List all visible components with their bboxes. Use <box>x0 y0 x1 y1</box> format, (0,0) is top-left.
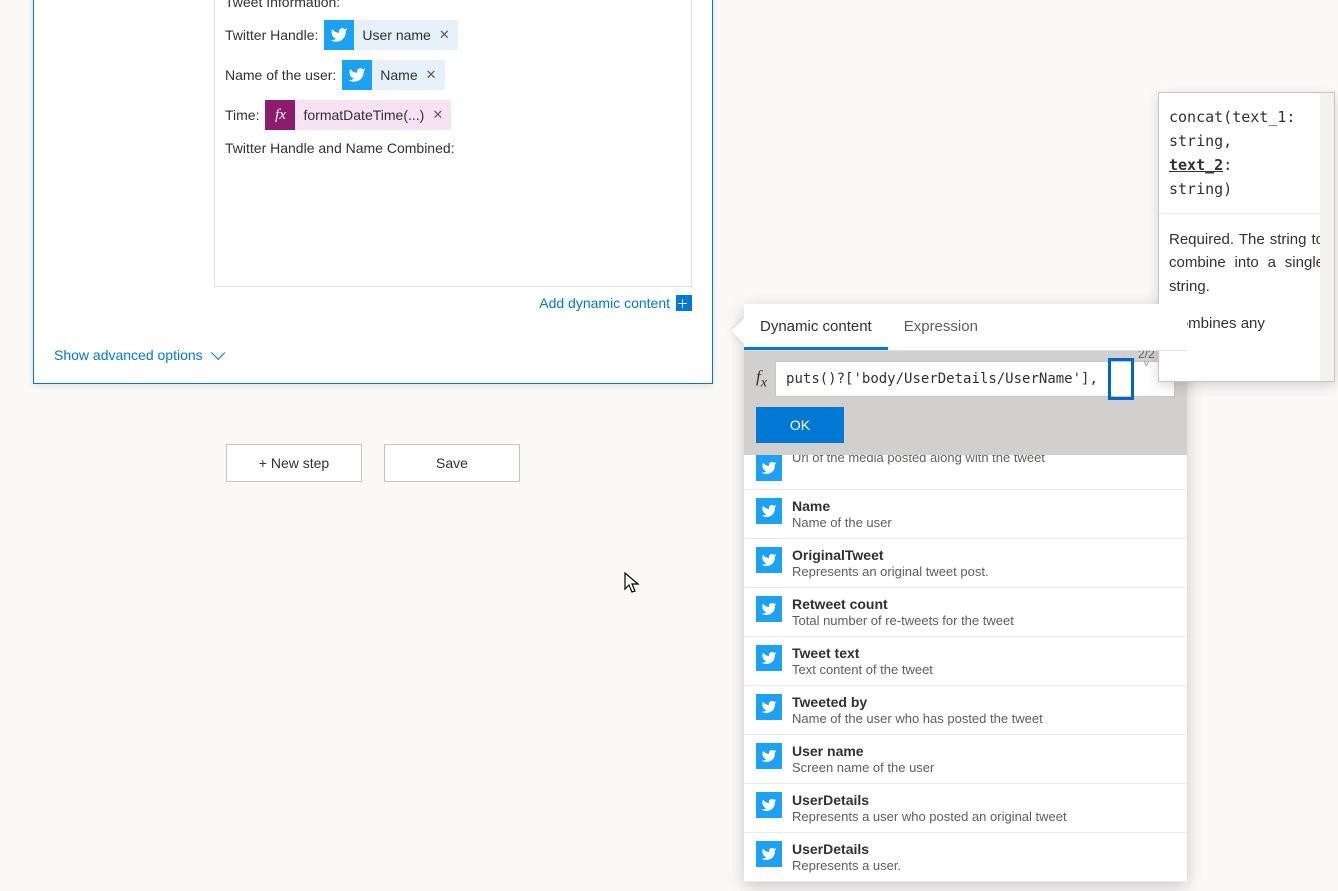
label-twitter-handle: Twitter Handle: <box>225 27 318 43</box>
list-item-text: Tweeted byName of the user who has poste… <box>792 694 1175 726</box>
twitter-icon <box>756 596 782 622</box>
list-item[interactable]: UserDetailsRepresents a user. <box>744 833 1187 882</box>
desc-line: Required. The string to combine into a s… <box>1169 228 1324 298</box>
advanced-options-text: Show advanced options <box>54 347 203 363</box>
flyout-tabs: Dynamic content Expression <box>744 304 1187 351</box>
list-item-title: OriginalTweet <box>792 547 1175 563</box>
token-label: formatDateTime(...) <box>303 107 424 123</box>
list-item[interactable]: Retweet countTotal number of re-tweets f… <box>744 588 1187 637</box>
list-item-title: Retweet count <box>792 596 1175 612</box>
fx-icon: fx <box>265 100 295 130</box>
twitter-icon <box>756 645 782 671</box>
token-label: Name <box>380 67 417 83</box>
save-button[interactable]: Save <box>384 444 520 482</box>
expression-input[interactable] <box>775 361 1175 397</box>
list-item-title: UserDetails <box>792 792 1175 808</box>
twitter-icon <box>756 694 782 720</box>
list-item-desc: Total number of re-tweets for the tweet <box>792 613 1175 628</box>
label-user-name: Name of the user: <box>225 67 336 83</box>
formula-bar: fx <box>744 351 1187 407</box>
list-item-desc: Name of the user who has posted the twee… <box>792 711 1175 726</box>
remove-icon[interactable]: ✕ <box>432 107 443 123</box>
list-item-desc: Screen name of the user <box>792 760 1175 775</box>
token-formatdatetime[interactable]: fx formatDateTime(...) ✕ <box>265 100 451 130</box>
sig-active-param: text_2 <box>1169 156 1223 174</box>
sig-part: : <box>1223 156 1232 174</box>
card-body: Tweet Information: Twitter Handle: User … <box>34 0 712 321</box>
remove-icon[interactable]: ✕ <box>426 67 437 83</box>
twitter-icon <box>756 743 782 769</box>
token-user-name[interactable]: User name ✕ <box>324 20 457 50</box>
list-item-text: User nameScreen name of the user <box>792 743 1175 775</box>
sig-part: string) <box>1169 180 1232 198</box>
tab-expression[interactable]: Expression <box>888 304 994 350</box>
ok-button[interactable]: OK <box>756 407 844 443</box>
list-item[interactable]: User nameScreen name of the user <box>744 735 1187 784</box>
list-item[interactable]: NameName of the user <box>744 490 1187 539</box>
list-item-desc: Represents an original tweet post. <box>792 564 1175 579</box>
list-item-desc: Text content of the tweet <box>792 662 1175 677</box>
ok-row: OK <box>744 407 1187 455</box>
new-step-button[interactable]: + New step <box>226 444 362 482</box>
cursor-icon <box>624 572 642 600</box>
list-item[interactable]: Tweet textText content of the tweet <box>744 637 1187 686</box>
list-item-desc: Url of the media posted along with the t… <box>792 455 1175 465</box>
twitter-icon <box>756 792 782 818</box>
dynamic-content-flyout: Dynamic content Expression fx OK Media u… <box>744 304 1187 882</box>
list-item-title: User name <box>792 743 1175 759</box>
twitter-icon <box>342 60 372 90</box>
add-dynamic-content-link[interactable]: Add dynamic content ＋ <box>54 295 692 311</box>
remove-icon[interactable]: ✕ <box>439 27 450 43</box>
bottom-buttons: + New step Save <box>226 444 520 482</box>
list-item[interactable]: OriginalTweetRepresents an original twee… <box>744 539 1187 588</box>
list-item-text: UserDetailsRepresents a user who posted … <box>792 792 1175 824</box>
tweet-info-header: Tweet Information: <box>225 0 681 10</box>
list-item-title: Tweeted by <box>792 694 1175 710</box>
list-item-desc: Represents a user. <box>792 858 1175 873</box>
show-advanced-options[interactable]: Show advanced options <box>54 347 712 363</box>
chevron-down-icon <box>211 346 225 360</box>
tooltip-scrollbar[interactable] <box>1320 93 1334 381</box>
list-item-text: OriginalTweetRepresents an original twee… <box>792 547 1175 579</box>
list-item-title: UserDetails <box>792 841 1175 857</box>
list-item[interactable]: Media urlsUrl of the media posted along … <box>744 455 1187 490</box>
plus-icon: ＋ <box>676 295 692 311</box>
twitter-icon <box>756 547 782 573</box>
desc-line: Combines any <box>1169 312 1324 335</box>
signature-text: concat(text_1: string, text_2: string) <box>1159 93 1334 214</box>
list-item-text: UserDetailsRepresents a user. <box>792 841 1175 873</box>
list-item-desc: Name of the user <box>792 515 1175 530</box>
twitter-icon <box>756 455 782 481</box>
field-row-combined: Twitter Handle and Name Combined: <box>225 140 681 156</box>
label-combined: Twitter Handle and Name Combined: <box>225 140 455 156</box>
twitter-icon <box>756 841 782 867</box>
tab-dynamic-content[interactable]: Dynamic content <box>744 304 888 350</box>
flow-action-card: Tweet Information: Twitter Handle: User … <box>33 0 713 384</box>
link-text: Add dynamic content <box>539 295 670 311</box>
field-row-twitter-handle: Twitter Handle: User name ✕ <box>225 20 681 50</box>
token-name[interactable]: Name ✕ <box>342 60 444 90</box>
sig-part: string, <box>1169 132 1232 150</box>
list-item-desc: Represents a user who posted an original… <box>792 809 1175 824</box>
twitter-icon <box>324 20 354 50</box>
list-item-title: Name <box>792 498 1175 514</box>
field-row-time: Time: fx formatDateTime(...) ✕ <box>225 100 681 130</box>
field-row-user-name: Name of the user: Name ✕ <box>225 60 681 90</box>
list-item[interactable]: Tweeted byName of the user who has poste… <box>744 686 1187 735</box>
list-item[interactable]: UserDetailsRepresents a user who posted … <box>744 784 1187 833</box>
list-item-text: Media urlsUrl of the media posted along … <box>792 455 1175 465</box>
message-body-field[interactable]: Tweet Information: Twitter Handle: User … <box>214 0 692 287</box>
list-item-text: Tweet textText content of the tweet <box>792 645 1175 677</box>
list-item-text: NameName of the user <box>792 498 1175 530</box>
list-item-title: Tweet text <box>792 645 1175 661</box>
twitter-icon <box>756 498 782 524</box>
token-label: User name <box>362 27 430 43</box>
sig-part: concat(text_1: <box>1169 108 1295 126</box>
label-time: Time: <box>225 107 259 123</box>
dynamic-content-list[interactable]: Media urlsUrl of the media posted along … <box>744 455 1187 882</box>
fx-icon: fx <box>756 367 767 391</box>
list-item-text: Retweet countTotal number of re-tweets f… <box>792 596 1175 628</box>
caret-down-icon[interactable]: ˅ <box>1138 360 1155 370</box>
